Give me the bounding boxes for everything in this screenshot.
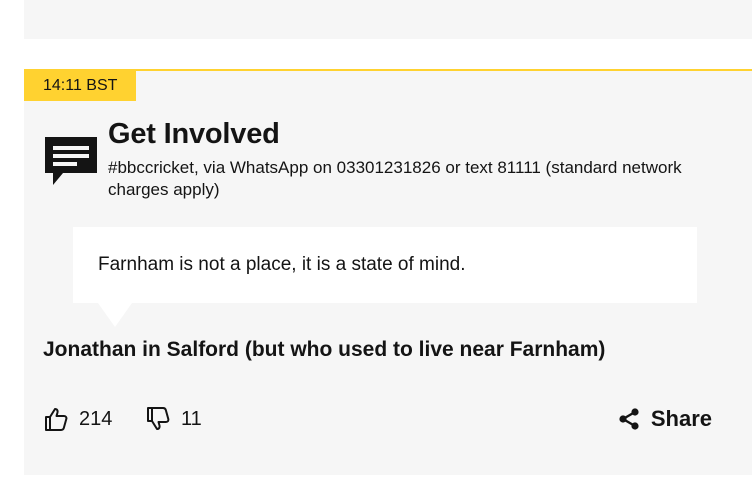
quote-tail: [98, 303, 132, 327]
dislike-button[interactable]: 11: [145, 404, 202, 434]
thumbs-up-icon: [45, 408, 68, 431]
get-involved-description: #bbccricket, via WhatsApp on 03301231826…: [108, 158, 682, 199]
quote-text: Farnham is not a place, it is a state of…: [98, 254, 466, 275]
share-button[interactable]: Share: [617, 404, 712, 434]
share-label: Share: [650, 406, 712, 431]
quote-box: Farnham is not a place, it is a state of…: [73, 227, 697, 303]
dislike-count: 11: [181, 407, 202, 430]
previous-post-card: [24, 0, 752, 39]
like-count: 214: [79, 407, 113, 430]
post-timestamp: 14:11 BST: [24, 71, 137, 101]
thumbs-down-icon: [147, 407, 170, 430]
share-icon: [619, 408, 639, 430]
get-involved-title: Get Involved: [108, 118, 280, 150]
like-button[interactable]: 214: [43, 404, 112, 434]
speech-bubble-icon: [45, 137, 97, 185]
live-post-card: 14:11 BST Get Involved #bbccricket, via …: [24, 69, 752, 475]
quote-attribution: Jonathan in Salford (but who used to liv…: [43, 338, 606, 361]
